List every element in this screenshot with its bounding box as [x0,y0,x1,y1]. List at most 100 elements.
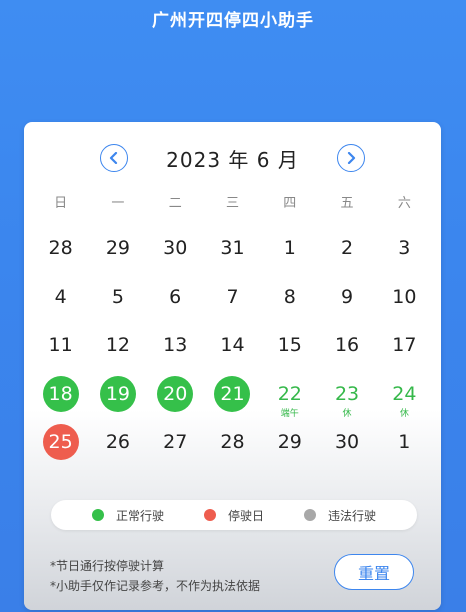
prev-month-button[interactable] [100,144,129,172]
next-month-button[interactable] [336,144,365,172]
day-number: 16 [334,334,360,356]
weekday-label: 四 [283,196,297,211]
day-number: 28 [48,237,73,259]
calendar-day[interactable]: 26 [89,424,146,473]
calendar-day[interactable]: 24 休 [376,376,433,425]
weekday-header: 日一二三四五六 [32,192,433,211]
chevron-right-icon [347,152,355,164]
day-number: 10 [392,285,417,308]
calendar-day[interactable]: 6 [147,279,204,328]
weekday-label: 五 [340,196,354,211]
day-number: 11 [48,334,73,356]
day-number: 3 [398,237,411,259]
day-grid: 28 29 30 31 1 2 3 4 5 6 7 8 9 10 11 12 13 14 15 16 17 18 19 20 2… [32,230,433,473]
calendar-day[interactable]: 29 [89,230,146,279]
calendar-day[interactable]: 1 [376,424,433,473]
calendar-day[interactable]: 5 [89,279,146,328]
weekday-label: 二 [168,196,182,211]
day-number: 19 [99,375,136,412]
reset-button[interactable]: 重置 [334,554,414,590]
calendar-day[interactable]: 12 [89,327,146,376]
day-number: 18 [42,375,79,412]
day-number: 28 [220,431,245,453]
calendar-day[interactable]: 20 [147,375,204,425]
day-number: 9 [341,285,354,308]
legend-dot-icon [91,509,104,521]
calendar-day[interactable]: 31 [204,230,261,279]
day-number: 1 [398,431,411,453]
day-number: 6 [169,285,182,308]
day-note: 休 [342,408,352,419]
weekday-label: 一 [111,196,125,211]
calendar-day[interactable]: 11 [32,327,89,376]
calendar-day[interactable]: 14 [204,327,261,376]
weekday-label: 日 [54,196,68,211]
calendar-day[interactable]: 9 [318,279,375,328]
day-number: 29 [277,431,302,453]
calendar-day[interactable]: 3 [376,230,433,279]
day-number: 1 [283,237,296,259]
calendar-day[interactable]: 22 端午 [261,376,318,425]
day-number: 2 [341,237,354,259]
calendar-day[interactable]: 28 [204,424,261,473]
calendar-day[interactable]: 29 [261,424,318,473]
calendar-day[interactable]: 2 [318,230,375,279]
day-number: 31 [220,237,245,259]
calendar-day[interactable]: 23 休 [318,376,375,425]
day-number: 17 [392,334,417,356]
note-line-2: *小助手仅作记录参考，不作为执法依据 [50,579,261,593]
calendar-day[interactable]: 13 [147,327,204,376]
month-label: 2023 年 6 月 [166,147,299,172]
calendar-day[interactable]: 30 [318,424,375,473]
day-number: 4 [54,285,67,308]
calendar-day[interactable]: 30 [147,230,204,279]
weekday-label: 六 [397,196,411,211]
calendar-day[interactable]: 16 [318,327,375,376]
day-number: 12 [105,334,131,356]
calendar-day[interactable]: 10 [376,279,433,328]
day-number: 5 [111,285,124,308]
month-header: 2023 年 6 月 [24,142,441,174]
day-number: 27 [163,431,188,453]
legend-item: 正常行驶 [91,507,164,524]
legend: 正常行驶 停驶日 违法行驶 [51,500,417,530]
calendar-day[interactable]: 28 [32,230,89,279]
calendar-card: 2023 年 6 月 日一二三四五六 28 29 30 31 1 2 3 4 5 6 7 8 9 10 11… [24,122,441,610]
calendar-day[interactable]: 8 [261,279,318,328]
legend-label: 正常行驶 [115,508,164,523]
calendar-day[interactable]: 18 [32,375,89,425]
legend-label: 停驶日 [227,508,264,523]
calendar-day[interactable]: 1 [261,230,318,279]
day-number: 15 [277,334,302,356]
day-number: 20 [157,375,194,412]
day-number: 8 [283,285,296,308]
calendar-day[interactable]: 21 [204,375,261,425]
legend-dot-icon [203,509,216,521]
calendar-day[interactable]: 4 [32,279,89,328]
day-number: 30 [334,431,360,453]
day-note: 休 [399,408,409,419]
legend-dot-icon [304,509,316,521]
calendar-day[interactable]: 15 [261,327,318,376]
calendar-day[interactable]: 19 [89,375,146,425]
calendar-day[interactable]: 17 [376,327,433,376]
legend-label: 违法行驶 [328,508,377,523]
notes: *节日通行按停驶计算 *小助手仅作记录参考，不作为执法依据 [50,556,260,596]
day-number: 26 [105,431,131,453]
day-number: 7 [226,285,239,308]
weekday-label: 三 [225,196,239,211]
day-number: 25 [42,424,79,460]
app-title: 广州开四停四小助手 [152,11,314,31]
note-line-1: *节日通行按停驶计算 [50,559,165,573]
chevron-left-icon [110,152,118,164]
calendar-day[interactable]: 25 [32,424,89,473]
day-number: 21 [214,375,251,412]
day-number: 13 [163,334,188,356]
day-number: 30 [163,237,188,259]
calendar-day[interactable]: 27 [147,424,204,473]
day-note: 端午 [280,408,299,419]
legend-item: 违法行驶 [304,507,376,524]
legend-item: 停驶日 [203,507,264,524]
calendar-day[interactable]: 7 [204,279,261,328]
day-number: 29 [105,237,131,259]
